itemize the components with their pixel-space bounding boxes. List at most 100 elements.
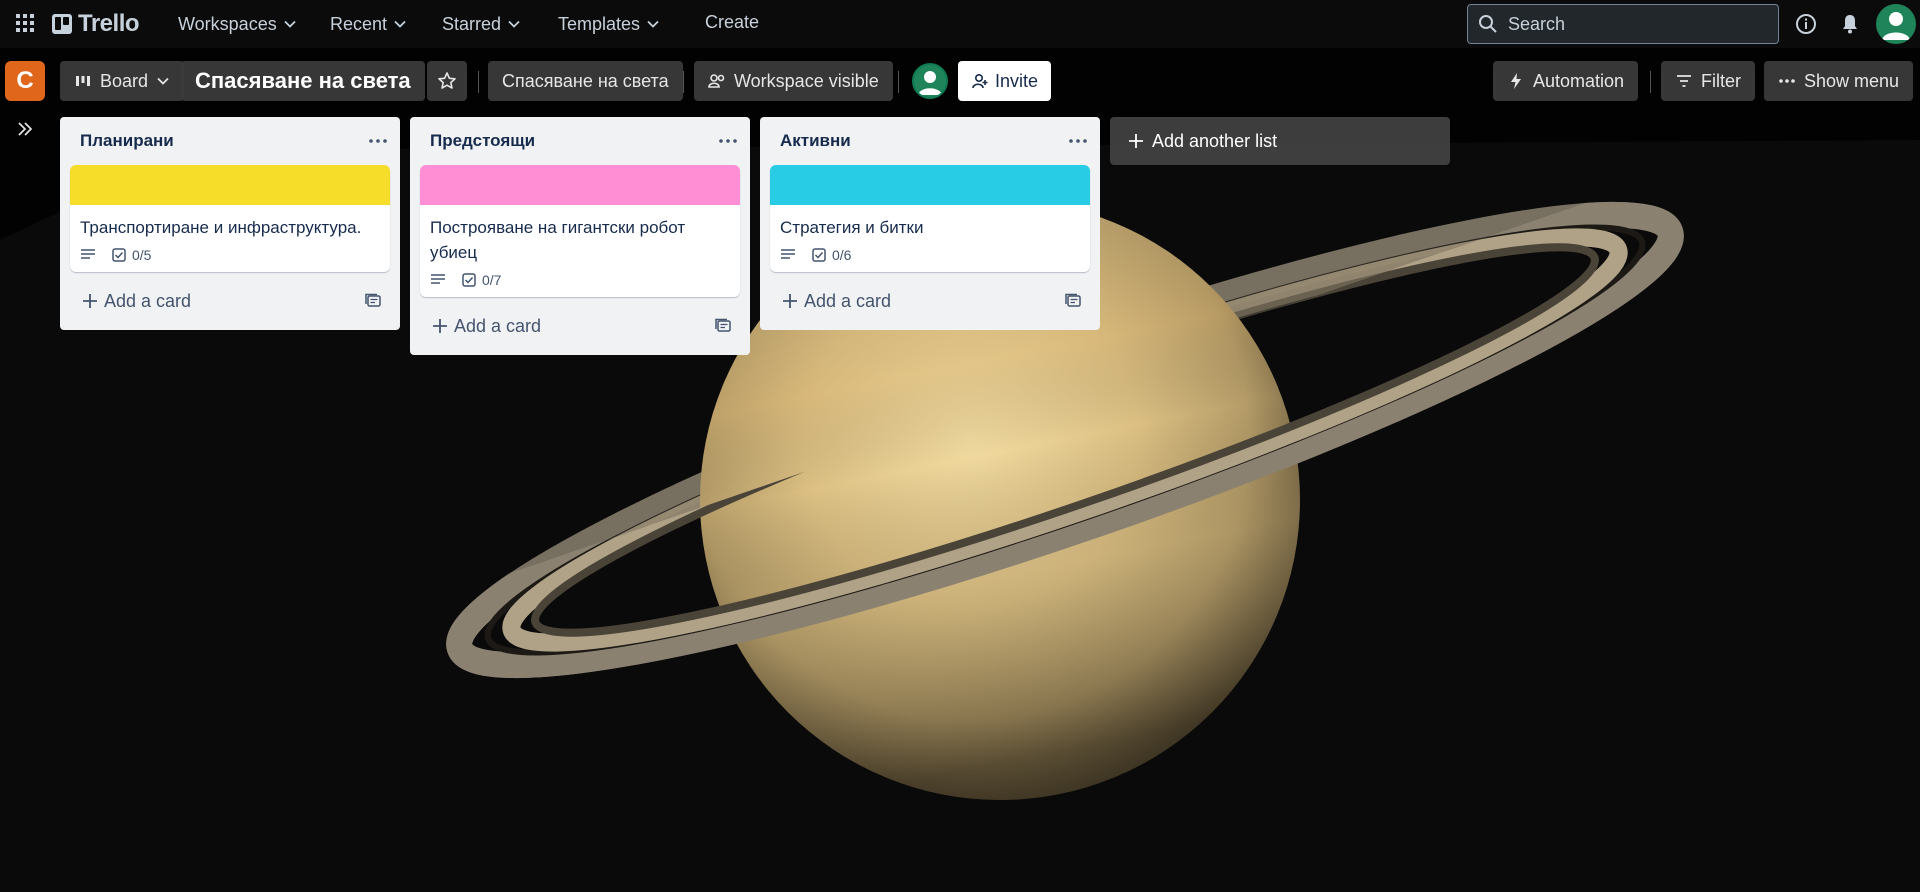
workspace-badge[interactable]: C [5,61,45,101]
add-list-button[interactable]: Add another list [1110,117,1450,165]
list-footer: Add a card [410,297,750,355]
star-icon [438,72,456,89]
divider [1650,71,1651,93]
description-icon [81,249,95,259]
board-view-icon [76,76,90,86]
chevron-down-icon [157,77,169,85]
automation-button[interactable]: Automation [1493,61,1639,101]
list-planirani: Планирани Транспортиране и инфраструктур… [60,117,400,330]
card-title: Построяване на гигантски робот убиец [430,218,686,262]
plus-icon [83,294,97,308]
chevron-down-icon [647,20,659,28]
divider [478,71,479,93]
visibility-button[interactable]: Workspace visible [694,61,893,101]
people-icon [708,74,725,88]
add-card-label: Add a card [454,315,542,336]
invite-label: Invite [994,70,1039,91]
nav-starred-dropdown[interactable]: Starred [442,12,521,36]
visibility-label: Workspace visible [734,70,879,91]
expand-sidebar-icon[interactable] [16,120,34,138]
checklist-icon [462,273,476,287]
card-badges: 0/7 [430,271,730,289]
description-icon [431,274,445,284]
board-view-switcher[interactable]: Board [60,61,185,101]
nav-starred-label: Starred [442,13,502,34]
plus-icon [433,319,447,333]
list-header: Активни [760,117,1100,165]
divider [683,71,684,93]
member-avatar[interactable] [912,63,948,99]
list-actions-icon[interactable] [716,129,740,153]
trello-logo-icon [52,14,72,34]
plus-icon [1129,134,1143,148]
divider [898,71,899,93]
nav-workspaces-label: Workspaces [178,13,277,34]
add-card-button[interactable]: Add a card [782,291,891,312]
lightning-icon [1511,73,1521,89]
chevron-down-icon [508,20,520,28]
list-aktivni: Активни Стратегия и битки 0/6 Add a card [760,117,1100,330]
invite-button[interactable]: Invite [958,61,1051,101]
notifications-bell-icon[interactable] [1838,12,1862,36]
automation-label: Automation [1533,70,1625,91]
show-menu-button[interactable]: Show menu [1764,61,1914,101]
add-card-button[interactable]: Add a card [432,316,541,337]
card-cover [70,165,390,205]
checklist-badge: 0/6 [812,247,851,263]
checklist-count: 0/7 [482,272,502,288]
list-header: Предстоящи [410,117,750,165]
chevron-down-icon [394,20,406,28]
list-predstoyashti: Предстоящи Построяване на гигантски робо… [410,117,750,355]
filter-button[interactable]: Filter [1661,61,1755,101]
nav-recent-label: Recent [330,13,388,34]
filter-icon [1677,75,1691,87]
list-title[interactable]: Активни [780,131,851,151]
card-badges: 0/6 [780,246,1080,264]
add-card-button[interactable]: Add a card [82,291,191,312]
chevron-down-icon [284,20,296,28]
create-from-template-icon[interactable] [1064,292,1082,310]
app-switcher-icon[interactable] [14,12,36,34]
checklist-badge: 0/5 [112,247,151,263]
checklist-badge: 0/7 [462,272,501,288]
add-card-label: Add a card [804,290,892,311]
add-person-icon [972,73,988,89]
list-actions-icon[interactable] [366,129,390,153]
nav-recent-dropdown[interactable]: Recent [330,12,407,36]
card[interactable]: Транспортиране и инфраструктура. 0/5 [70,165,390,272]
add-list-label: Add another list [1152,130,1278,151]
card[interactable]: Стратегия и битки 0/6 [770,165,1090,272]
list-header: Планирани [60,117,400,165]
more-horizontal-icon [1779,79,1795,83]
board-header: C Board Спасяване на света Спасяване на … [0,56,1920,104]
description-icon [781,249,795,259]
top-navigation-bar: Trello Workspaces Recent Starred Templat… [0,0,1920,48]
card-cover [420,165,740,205]
checklist-icon [112,248,126,262]
nav-templates-label: Templates [558,13,641,34]
checklist-count: 0/5 [132,247,152,263]
nav-workspaces-dropdown[interactable]: Workspaces [178,12,297,36]
nav-templates-dropdown[interactable]: Templates [558,12,660,36]
list-footer: Add a card [60,272,400,330]
create-from-template-icon[interactable] [364,292,382,310]
trello-logo[interactable]: Trello [52,10,140,38]
create-button[interactable]: Create [705,12,759,33]
list-title[interactable]: Предстоящи [430,131,535,151]
board-title[interactable]: Спасяване на света [181,61,425,101]
workspace-name-button[interactable]: Спасяване на света [488,61,683,101]
card-cover [770,165,1090,205]
user-avatar[interactable] [1876,4,1916,44]
list-title[interactable]: Планирани [80,131,174,151]
search-input[interactable] [1508,13,1768,35]
plus-icon [783,294,797,308]
star-board-button[interactable] [427,61,467,101]
info-icon[interactable] [1794,12,1818,36]
card-title: Транспортиране и инфраструктура. [80,218,362,237]
list-actions-icon[interactable] [1066,129,1090,153]
card[interactable]: Построяване на гигантски робот убиец 0/7 [420,165,740,297]
checklist-count: 0/6 [832,247,852,263]
create-from-template-icon[interactable] [714,317,732,335]
filter-label: Filter [1701,70,1741,91]
checklist-icon [812,248,826,262]
